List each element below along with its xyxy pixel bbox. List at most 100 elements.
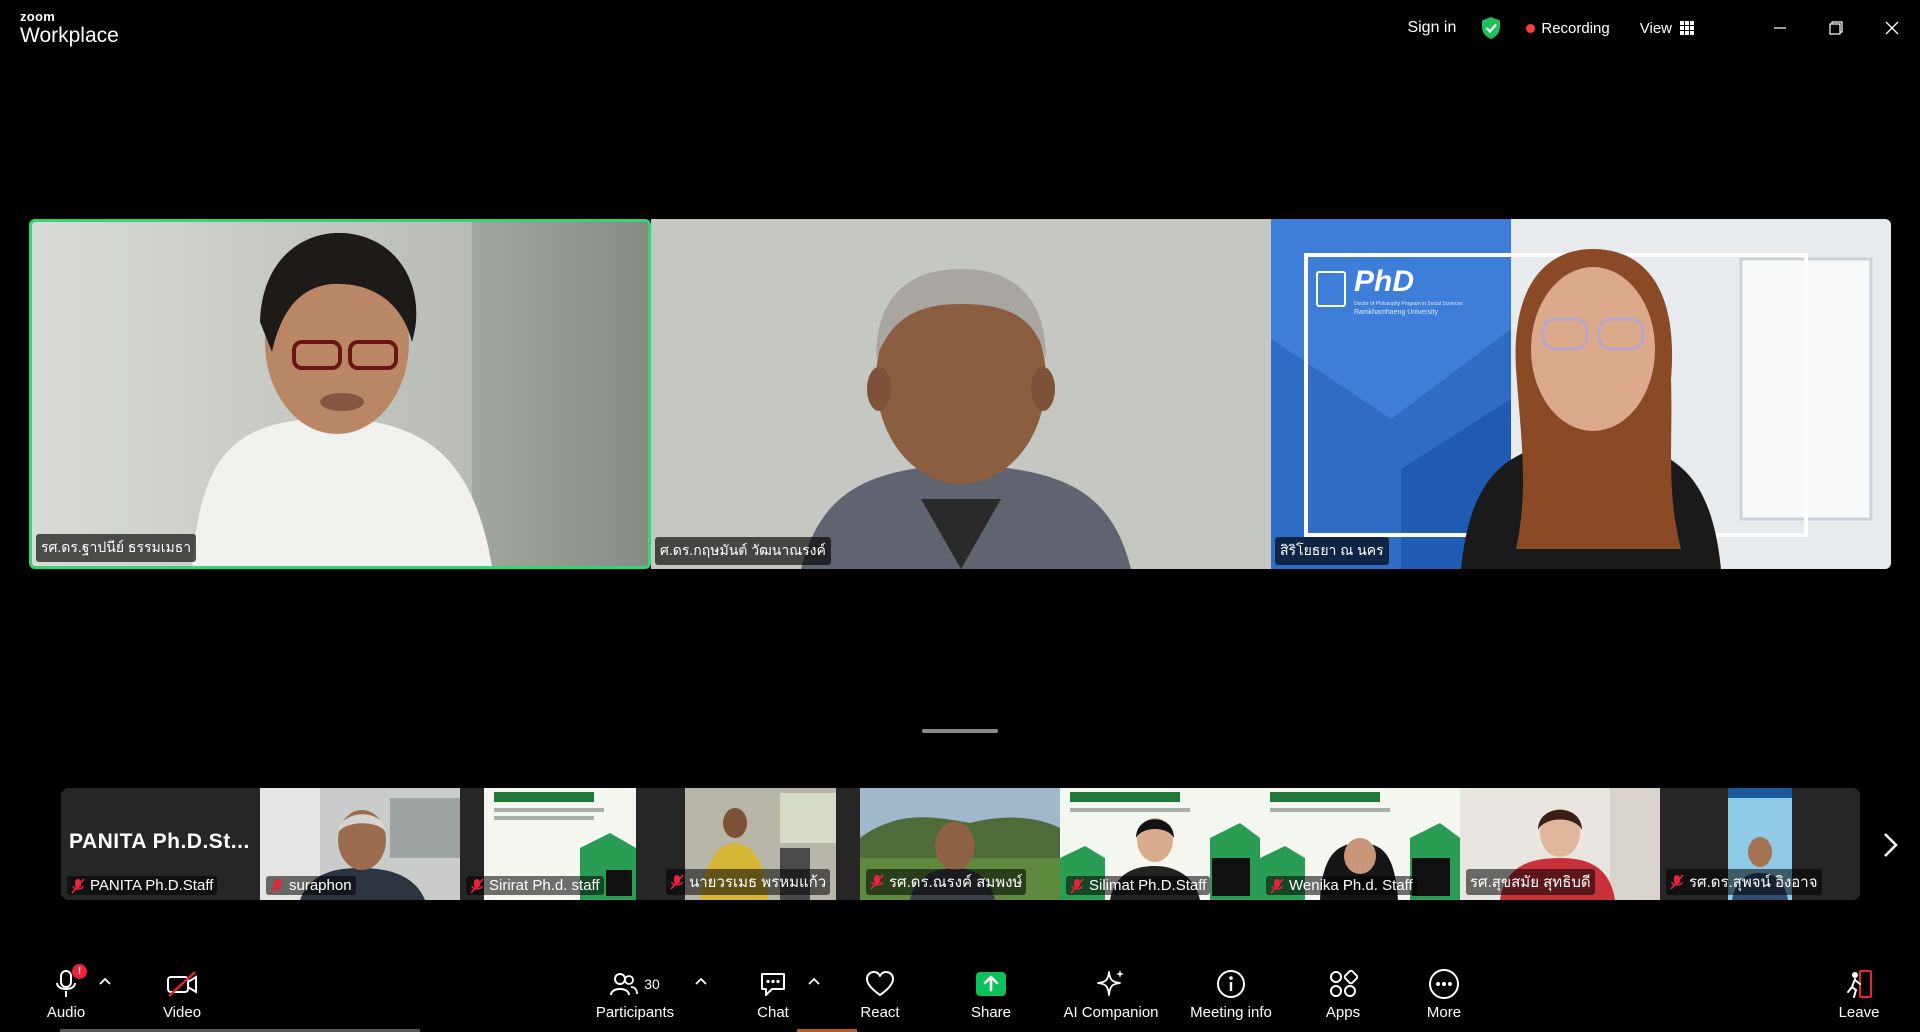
thumbnail-label: รศ.สุขสมัย สุทธิบดี [1466,869,1595,895]
phd-logo-text: PhD [1354,265,1414,298]
thumbnail-label: Silimat Ph.D.Staff [1066,876,1211,895]
participant-thumbnail-strip: PANITA Ph.D.St... PANITA Ph.D.Staff sura… [61,788,1860,900]
close-button[interactable] [1864,0,1920,56]
participants-icon [610,973,639,996]
participant-video [32,222,648,566]
security-shield-icon[interactable] [1480,16,1502,40]
zoom-workplace-logo: zoom Workplace [20,10,119,46]
participant-name: รศ.สุขสมัย สุทธิบดี [1470,874,1591,891]
share-label: Share [970,1004,1012,1021]
mic-muted-icon [71,877,85,894]
mic-muted-icon [870,874,884,890]
apps-button[interactable]: Apps [1318,956,1368,1032]
audio-warning-badge: ! [72,964,87,979]
ai-companion-label: AI Companion [1063,1004,1159,1021]
participant-name: PANITA Ph.D.Staff [90,877,214,894]
mic-muted-icon [1670,874,1684,890]
brand-top: zoom [20,9,56,24]
minimize-icon [1774,27,1786,29]
participant-name: นายวรเมธ พรหมแก้ว [689,874,827,891]
video-tile[interactable]: ศ.ดร.กฤษมันต์ วัฒนาณรงค์ [651,219,1271,569]
view-button[interactable]: View [1640,20,1694,37]
recording-indicator[interactable]: Recording [1526,19,1610,37]
leave-icon [1847,970,1872,998]
participant-name: รศ.ดร.ณรงค์ สมพงษ์ [889,874,1023,891]
ai-sparkle-icon [1097,970,1124,996]
audio-label: Audio [46,1004,86,1021]
thumbnail-label: Sirirat Ph.d. staff [466,876,604,895]
restore-button[interactable] [1808,0,1864,56]
thumbnail-label: รศ.ดร.ณรงค์ สมพงษ์ [866,869,1027,895]
sign-in-link[interactable]: Sign in [1407,19,1456,37]
thumbnail-tile[interactable]: รศ.ดร.สุพจน์ อิงอาจ [1660,788,1860,900]
thumbnail-tile[interactable]: Wenika Ph.d. Staff [1260,788,1460,900]
participants-count: 30 [644,976,660,992]
share-button[interactable]: Share [966,956,1016,1032]
info-icon [1217,970,1245,998]
participant-name: Silimat Ph.D.Staff [1089,877,1207,894]
thumbnail-label: รศ.ดร.สุพจน์ อิงอาจ [1666,869,1822,895]
leave-button[interactable]: Leave [1834,956,1884,1032]
thumbnail-tile[interactable]: นายวรเมธ พรหมแก้ว [660,788,860,900]
resize-handle[interactable] [922,729,998,733]
participants-label: Participants [595,1004,675,1021]
participant-name-placeholder: PANITA Ph.D.St... [69,830,250,853]
meeting-info-button[interactable]: Meeting info [1183,956,1279,1032]
thumbnail-tile[interactable]: suraphon [260,788,460,900]
apps-label: Apps [1325,1004,1361,1021]
thumbnail-label: suraphon [266,876,356,895]
mic-muted-icon [1070,877,1084,894]
react-label: React [860,1004,900,1021]
participant-name-label: รศ.ดร.ฐาปนีย์ ธรรมเมธา [36,534,197,562]
mic-muted-icon [1270,877,1284,894]
mic-muted-icon [670,874,684,890]
thumbnail-tile[interactable]: Silimat Ph.D.Staff [1060,788,1260,900]
title-bar: zoom Workplace Sign in Recording View [0,0,1920,56]
react-button[interactable]: React [855,956,905,1032]
thumbnail-label: Wenika Ph.d. Staff [1266,876,1417,895]
apps-icon [1330,969,1358,997]
more-button[interactable]: More [1419,956,1469,1032]
video-off-icon [167,971,197,997]
meeting-info-label: Meeting info [1190,1004,1272,1021]
ai-companion-button[interactable]: AI Companion [1060,956,1162,1032]
recording-label: Recording [1541,19,1610,37]
participant-video [651,219,1271,569]
audio-button[interactable]: ! Audio [38,956,94,1032]
minimize-button[interactable] [1752,0,1808,56]
participants-options-caret-icon[interactable] [694,976,708,986]
thumbnail-tile[interactable]: PANITA Ph.D.St... PANITA Ph.D.Staff [61,788,260,900]
video-tile-active-speaker[interactable]: รศ.ดร.ฐาปนีย์ ธรรมเมธา [29,219,651,569]
recording-dot-icon [1526,23,1536,33]
thumbnail-tile[interactable]: รศ.สุขสมัย สุทธิบดี [1460,788,1660,900]
thumbnail-tile[interactable]: รศ.ดร.ณรงค์ สมพงษ์ [860,788,1060,900]
brand-bottom: Workplace [20,24,119,47]
participants-button[interactable]: 30 Participants [590,956,680,1032]
chevron-right-icon[interactable] [1878,830,1902,860]
chat-options-caret-icon[interactable] [807,976,821,986]
participant-name: รศ.ดร.สุพจน์ อิงอาจ [1689,874,1818,891]
share-screen-icon [976,972,1006,996]
meeting-toolbar: ! Audio Video 30 Participants Chat React [0,956,1920,1032]
phd-slide-line2: Ramkhamhaeng University [1354,309,1439,316]
participant-name-label: สิริโยธยา ณ นคร [1275,537,1389,565]
thumbnail-label: PANITA Ph.D.Staff [67,876,218,895]
more-label: More [1426,1004,1462,1021]
audio-options-caret-icon[interactable] [98,976,112,986]
phd-slide-line1: Doctor of Philosophy Program in Social S… [1354,301,1463,307]
chat-icon [761,973,785,996]
leave-label: Leave [1838,1004,1880,1021]
chat-label: Chat [757,1004,789,1021]
thumbnail-tile[interactable]: Sirirat Ph.d. staff [460,788,660,900]
video-button[interactable]: Video [152,956,212,1032]
heart-icon [866,971,894,996]
view-label: View [1639,19,1672,37]
more-icon [1429,969,1459,999]
participant-name: suraphon [289,877,352,894]
video-tile[interactable]: PhD Doctor of Philosophy Program in Soci… [1271,219,1891,569]
chat-button[interactable]: Chat [748,956,798,1032]
participant-name-label: ศ.ดร.กฤษมันต์ วัฒนาณรงค์ [655,537,831,565]
thumbnail-label: นายวรเมธ พรหมแก้ว [666,869,831,895]
mic-muted-icon [470,877,484,894]
restore-icon [1829,21,1843,35]
